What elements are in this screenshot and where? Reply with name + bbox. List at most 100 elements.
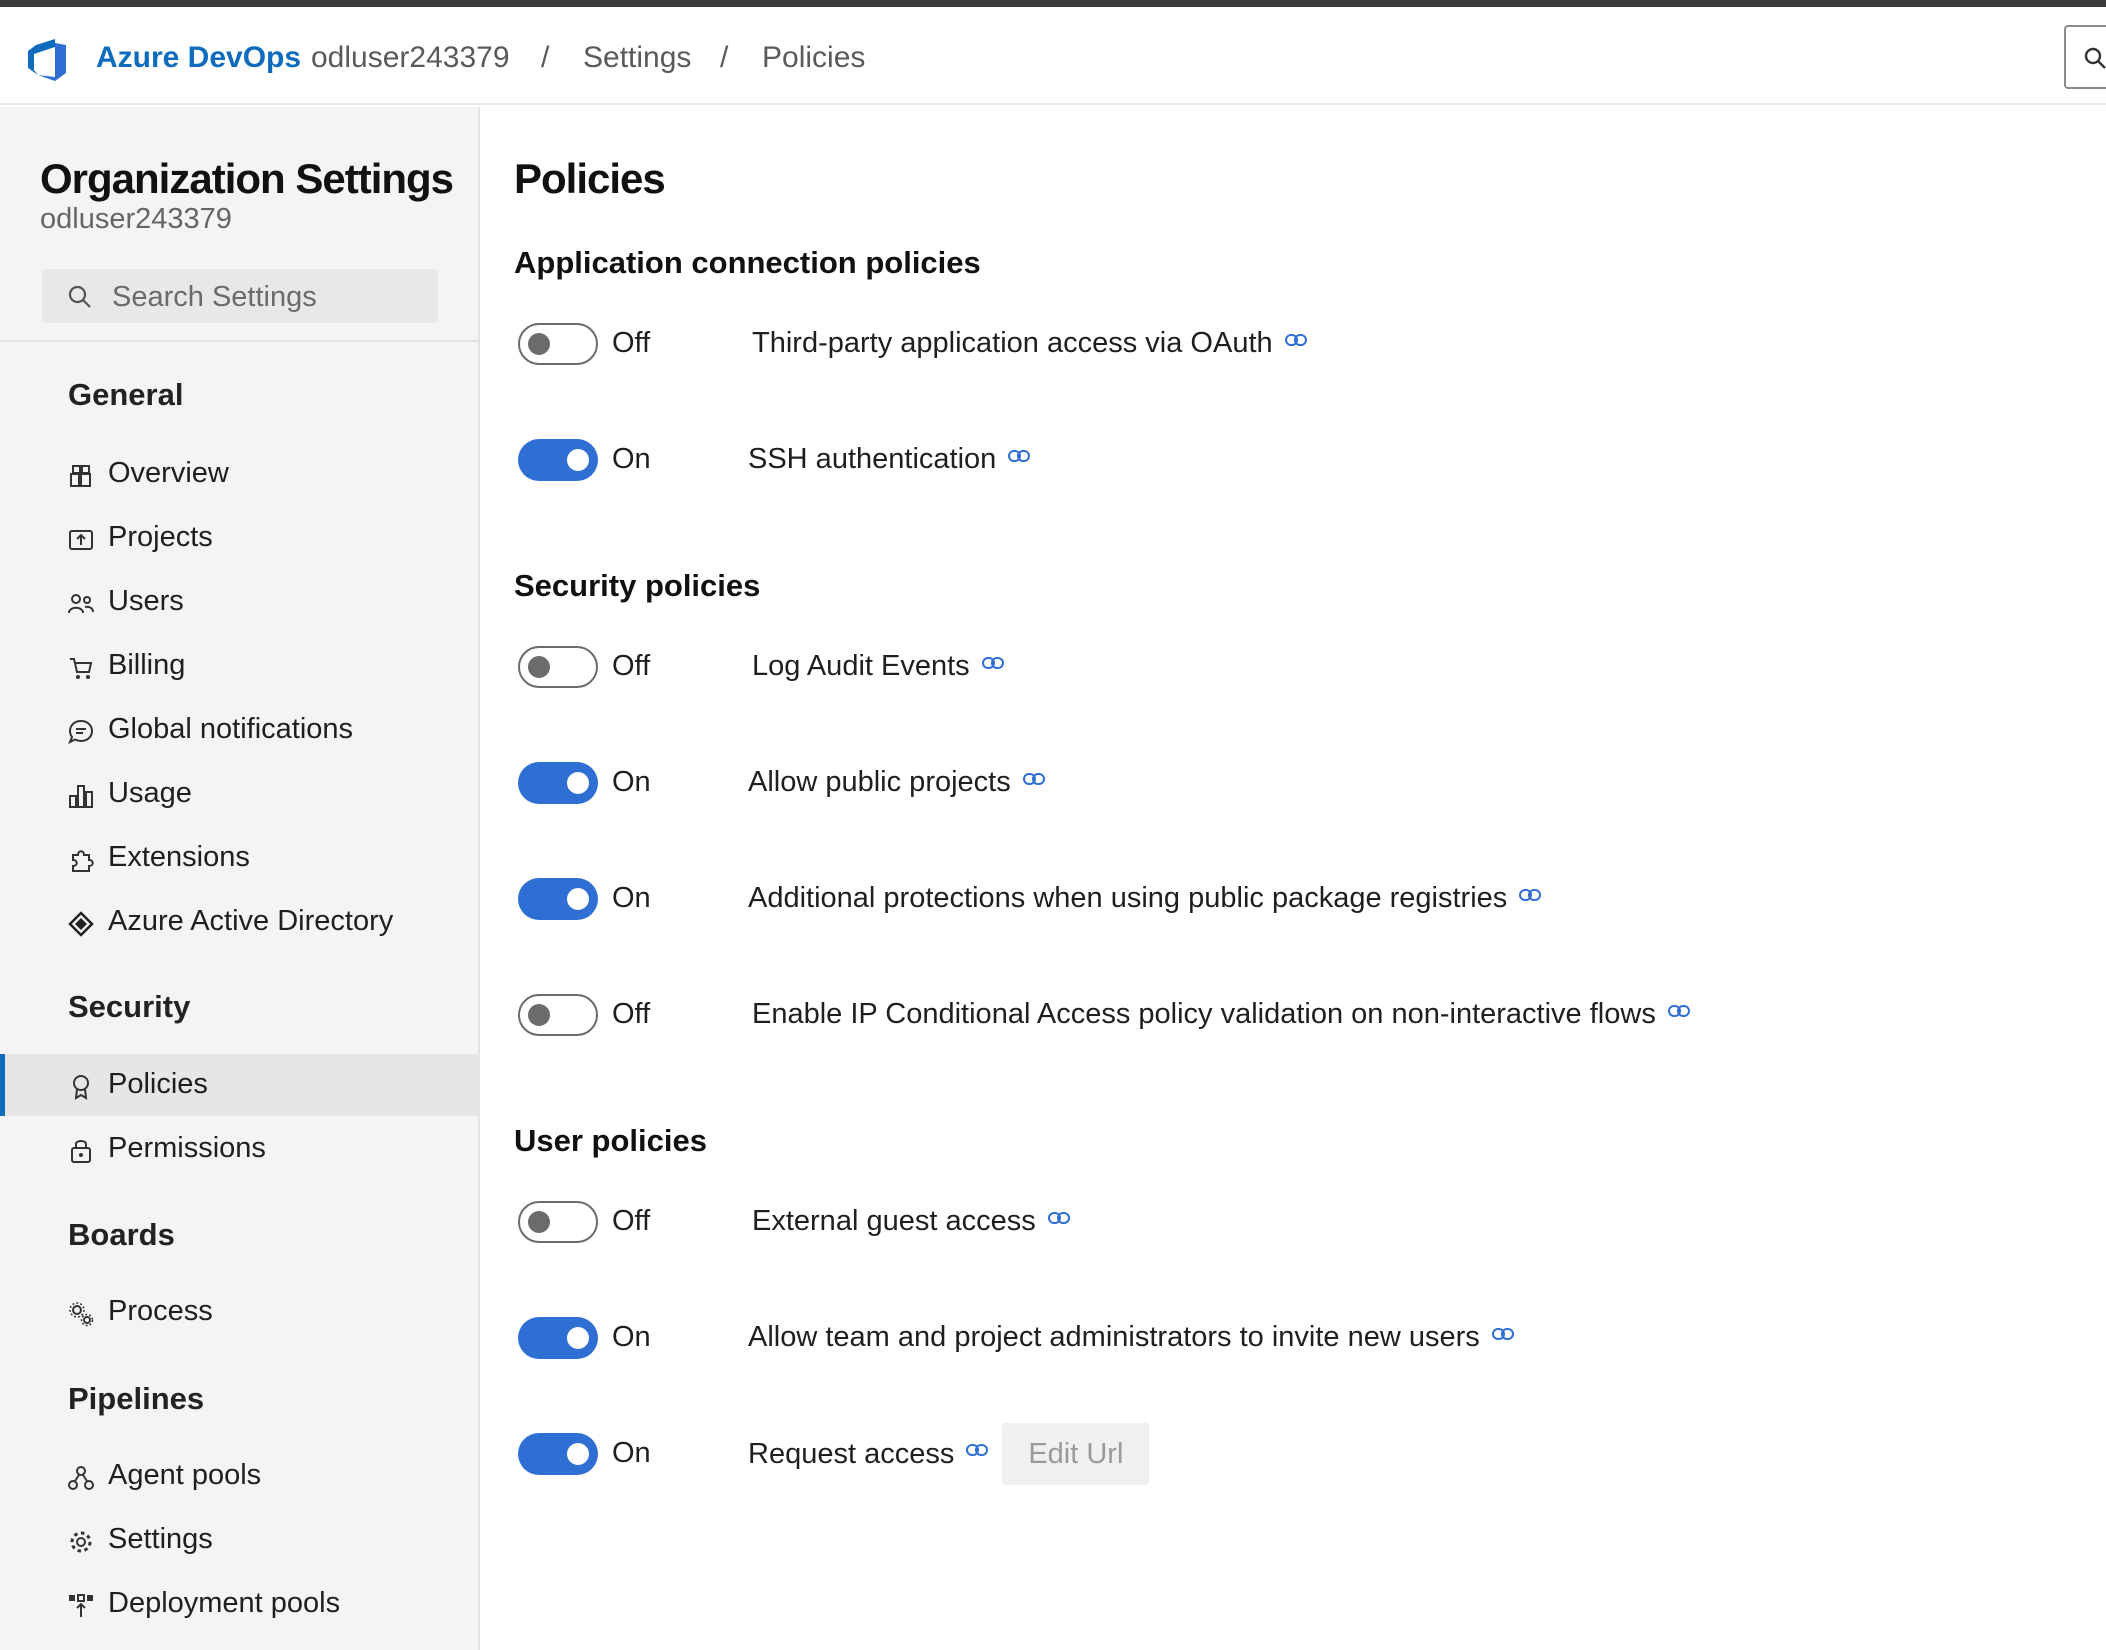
section-title-application-connection: Application connection policies — [514, 245, 981, 280]
link-icon[interactable] — [1022, 772, 1045, 786]
link-icon[interactable] — [1491, 1327, 1514, 1341]
settings-sidebar: Organization Settings odluser243379 Sear… — [0, 107, 480, 1650]
link-icon[interactable] — [1008, 449, 1031, 463]
edit-url-button[interactable]: Edit Url — [1002, 1423, 1150, 1485]
sidebar-item-label: Billing — [108, 649, 186, 681]
sidebar-item-label: Process — [108, 1295, 213, 1327]
page-title: Policies — [514, 155, 666, 202]
nav-section-security: Security — [68, 989, 191, 1024]
policy-row: On SSH authentication — [514, 437, 2074, 483]
toggle-knob — [528, 656, 550, 678]
sidebar-item-projects[interactable]: Projects — [0, 507, 480, 569]
policy-toggle[interactable] — [518, 1317, 598, 1359]
sidebar-title: Organization Settings — [40, 155, 454, 202]
sidebar-item-process[interactable]: Process — [0, 1281, 480, 1343]
sidebar-item-users[interactable]: Users — [0, 571, 480, 633]
sidebar-org-name: odluser243379 — [40, 203, 232, 235]
lock-icon — [71, 1140, 91, 1163]
policy-label: Third-party application access via OAuth — [752, 327, 1307, 360]
policy-toggle[interactable] — [518, 1433, 598, 1475]
sidebar-item-pipelines-settings[interactable]: Settings — [0, 1509, 480, 1571]
sidebar-item-azure-active-directory[interactable]: Azure Active Directory — [0, 891, 480, 953]
sidebar-item-agent-pools[interactable]: Agent pools — [0, 1445, 480, 1507]
sidebar-item-extensions[interactable]: Extensions — [0, 827, 480, 889]
sidebar-item-label: Policies — [108, 1068, 208, 1100]
sidebar-item-label: Azure Active Directory — [108, 905, 394, 937]
brand-link[interactable]: Azure DevOps — [96, 41, 301, 75]
search-settings-input[interactable]: Search Settings — [42, 269, 438, 323]
overview-icon — [70, 465, 91, 487]
policy-toggle[interactable] — [518, 1201, 598, 1243]
policy-row: On Additional protections when using pub… — [514, 876, 2074, 922]
cart-icon — [70, 658, 93, 679]
badge-icon — [73, 1075, 89, 1100]
toggle-state-label: Off — [612, 327, 651, 359]
policy-row: Off Log Audit Events — [514, 644, 2074, 690]
section-title-user: User policies — [514, 1123, 707, 1158]
policy-row: Off External guest access — [514, 1199, 2074, 1245]
policy-toggle[interactable] — [518, 323, 598, 365]
policy-row: On Allow team and project administrators… — [514, 1315, 2074, 1361]
breadcrumb-org[interactable]: odluser243379 — [311, 41, 510, 75]
link-icon[interactable] — [1519, 888, 1542, 902]
users-icon — [68, 594, 94, 614]
azure-devops-logo-icon[interactable] — [24, 35, 72, 83]
chat-icon — [68, 719, 94, 745]
sidebar-item-permissions[interactable]: Permissions — [0, 1118, 480, 1180]
policy-row: On Allow public projects — [514, 760, 2074, 806]
toggle-knob — [528, 333, 550, 355]
sidebar-item-global-notifications[interactable]: Global notifications — [0, 699, 480, 761]
breadcrumb-separator: / — [720, 41, 729, 74]
policy-toggle[interactable] — [518, 762, 598, 804]
toggle-knob — [567, 449, 589, 471]
toggle-knob — [567, 772, 589, 794]
toggle-state-label: On — [612, 1437, 651, 1469]
policy-label-text: SSH authentication — [748, 443, 997, 475]
sidebar-item-billing[interactable]: Billing — [0, 635, 480, 697]
nav-section-general: General — [68, 377, 184, 412]
chart-icon — [69, 785, 93, 808]
policy-toggle[interactable] — [518, 439, 598, 481]
sidebar-item-overview[interactable]: Overview — [0, 443, 480, 505]
policy-toggle[interactable] — [518, 646, 598, 688]
sidebar-item-label: Extensions — [108, 841, 250, 873]
policy-toggle[interactable] — [518, 878, 598, 920]
policy-label: Additional protections when using public… — [748, 882, 1542, 915]
policy-label-text: External guest access — [752, 1205, 1036, 1237]
link-icon[interactable] — [981, 656, 1004, 670]
top-bar: Azure DevOps odluser243379 / Settings / … — [0, 7, 2106, 105]
agent-pools-icon — [68, 1466, 94, 1490]
aad-icon — [68, 911, 94, 937]
link-icon[interactable] — [1667, 1004, 1690, 1018]
nav-section-pipelines: Pipelines — [68, 1381, 205, 1416]
link-icon[interactable] — [1047, 1211, 1070, 1225]
search-placeholder: Search Settings — [112, 281, 317, 313]
breadcrumb-policies[interactable]: Policies — [762, 41, 865, 75]
breadcrumb-separator: / — [541, 41, 550, 74]
section-title-security: Security policies — [514, 568, 761, 603]
policy-label: SSH authentication — [748, 443, 1031, 476]
deployment-pools-icon — [69, 1594, 93, 1617]
breadcrumb-settings[interactable]: Settings — [583, 41, 691, 75]
sidebar-item-label: Projects — [108, 521, 213, 553]
header-search-button[interactable] — [2064, 25, 2106, 89]
sidebar-item-policies[interactable]: Policies — [0, 1054, 480, 1116]
toggle-state-label: On — [612, 882, 651, 914]
policy-label: Allow public projects — [748, 766, 1045, 799]
sidebar-item-deployment-pools[interactable]: Deployment pools — [0, 1573, 480, 1635]
sidebar-item-label: Agent pools — [108, 1459, 262, 1491]
sidebar-item-usage[interactable]: Usage — [0, 763, 480, 825]
link-icon[interactable] — [1284, 333, 1307, 347]
sidebar-item-label: Deployment pools — [108, 1587, 341, 1619]
policy-label: Allow team and project administrators to… — [748, 1321, 1514, 1354]
sidebar-item-label: Permissions — [108, 1132, 266, 1164]
toggle-knob — [567, 1443, 589, 1465]
link-icon[interactable] — [966, 1443, 989, 1457]
policy-label-text: Allow public projects — [748, 766, 1011, 798]
policy-label: Enable IP Conditional Access policy vali… — [752, 998, 1690, 1031]
sidebar-item-label: Users — [108, 585, 184, 617]
toggle-state-label: Off — [612, 1205, 651, 1237]
toggle-knob — [567, 888, 589, 910]
policy-toggle[interactable] — [518, 994, 598, 1036]
window-top-strip — [0, 0, 2106, 7]
